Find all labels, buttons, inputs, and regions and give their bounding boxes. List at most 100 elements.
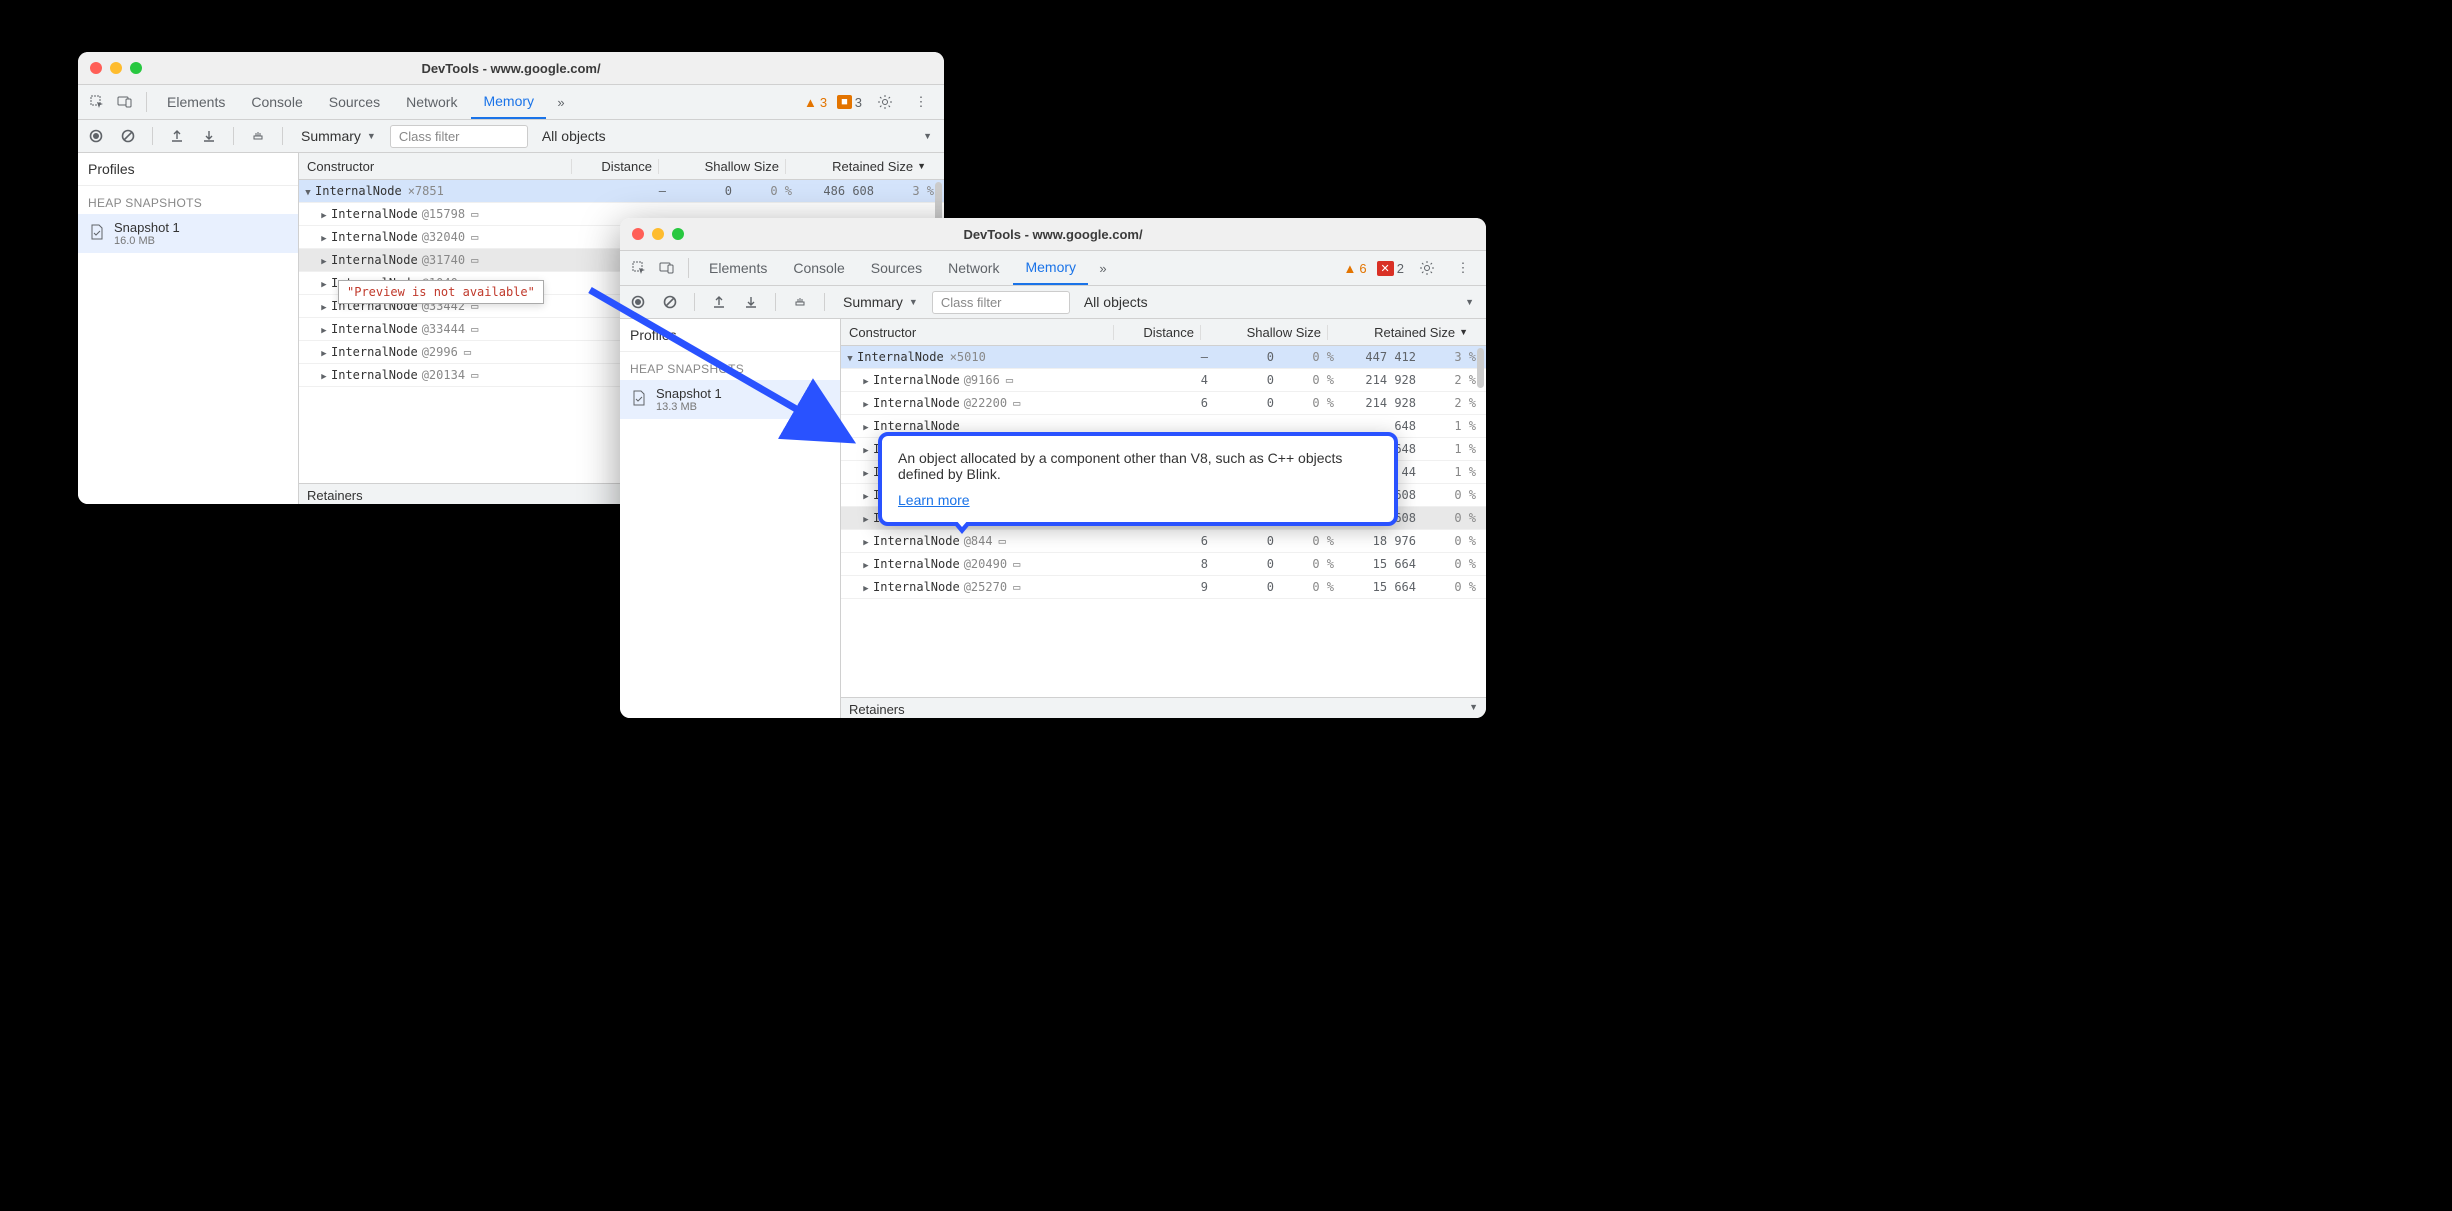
col-distance[interactable]: Distance xyxy=(1113,325,1200,340)
maximize-icon[interactable] xyxy=(672,228,684,240)
import-icon[interactable] xyxy=(197,124,221,148)
view-select[interactable]: Summary ▼ xyxy=(295,126,382,146)
minimize-icon[interactable] xyxy=(110,62,122,74)
inspect-icon[interactable] xyxy=(84,89,110,115)
view-select[interactable]: Summary ▼ xyxy=(837,292,924,312)
clear-icon[interactable] xyxy=(658,290,682,314)
expand-icon[interactable] xyxy=(319,368,329,382)
settings-icon[interactable] xyxy=(872,89,898,115)
retainers-dropdown-icon[interactable]: ▼ xyxy=(1469,702,1478,717)
scope-dropdown-icon[interactable]: ▼ xyxy=(1465,297,1480,307)
tab-network[interactable]: Network xyxy=(394,85,469,119)
errors-badge[interactable]: ■3 xyxy=(837,95,862,110)
scrollbar[interactable] xyxy=(935,182,942,222)
expand-icon[interactable] xyxy=(861,488,871,502)
expand-icon[interactable] xyxy=(861,580,871,594)
open-icon[interactable]: ▭ xyxy=(1013,557,1020,571)
expand-icon[interactable] xyxy=(861,511,871,525)
open-icon[interactable]: ▭ xyxy=(999,534,1006,548)
expand-icon[interactable] xyxy=(861,534,871,548)
open-icon[interactable]: ▭ xyxy=(464,345,471,359)
scope-dropdown-icon[interactable]: ▼ xyxy=(923,131,938,141)
expand-icon[interactable] xyxy=(861,442,871,456)
tab-elements[interactable]: Elements xyxy=(155,85,237,119)
tab-console[interactable]: Console xyxy=(781,251,856,285)
inspect-icon[interactable] xyxy=(626,255,652,281)
errors-badge[interactable]: ✕2 xyxy=(1377,261,1404,276)
minimize-icon[interactable] xyxy=(652,228,664,240)
col-retained[interactable]: Retained Size▼ xyxy=(785,159,944,174)
maximize-icon[interactable] xyxy=(130,62,142,74)
tab-elements[interactable]: Elements xyxy=(697,251,779,285)
expand-icon[interactable] xyxy=(319,299,329,313)
window-controls[interactable] xyxy=(620,228,684,240)
tab-sources[interactable]: Sources xyxy=(317,85,392,119)
expand-icon[interactable] xyxy=(845,350,855,364)
warnings-badge[interactable]: ▲ 6 xyxy=(1343,261,1366,276)
window-controls[interactable] xyxy=(78,62,142,74)
col-constructor[interactable]: Constructor xyxy=(841,325,1113,340)
table-row[interactable]: InternalNode@25270▭900 %15 6640 % xyxy=(841,576,1486,599)
close-icon[interactable] xyxy=(632,228,644,240)
table-row[interactable]: InternalNode@22200▭600 %214 9282 % xyxy=(841,392,1486,415)
col-shallow[interactable]: Shallow Size xyxy=(658,159,785,174)
class-filter-input[interactable]: Class filter xyxy=(932,291,1070,314)
expand-icon[interactable] xyxy=(319,207,329,221)
tab-memory[interactable]: Memory xyxy=(471,85,546,119)
tab-console[interactable]: Console xyxy=(239,85,314,119)
kebab-icon[interactable]: ⋮ xyxy=(1450,255,1476,281)
open-icon[interactable]: ▭ xyxy=(1013,396,1020,410)
expand-icon[interactable] xyxy=(319,345,329,359)
class-filter-input[interactable]: Class filter xyxy=(390,125,528,148)
expand-icon[interactable] xyxy=(861,557,871,571)
tab-network[interactable]: Network xyxy=(936,251,1011,285)
export-icon[interactable] xyxy=(707,290,731,314)
col-retained[interactable]: Retained Size▼ xyxy=(1327,325,1486,340)
open-icon[interactable]: ▭ xyxy=(471,368,478,382)
table-row[interactable]: InternalNode@844▭600 %18 9760 % xyxy=(841,530,1486,553)
col-shallow[interactable]: Shallow Size xyxy=(1200,325,1327,340)
expand-icon[interactable] xyxy=(319,322,329,336)
expand-icon[interactable] xyxy=(861,396,871,410)
more-tabs-icon[interactable]: » xyxy=(548,89,574,115)
scrollbar[interactable] xyxy=(1477,348,1484,388)
warnings-badge[interactable]: ▲ 3 xyxy=(804,95,827,110)
group-row[interactable]: InternalNode×5010 – 0 0 % 447 412 3 % xyxy=(841,346,1486,369)
table-row[interactable]: InternalNode@20490▭800 %15 6640 % xyxy=(841,553,1486,576)
gc-icon[interactable] xyxy=(788,290,812,314)
open-icon[interactable]: ▭ xyxy=(471,230,478,244)
record-icon[interactable] xyxy=(84,124,108,148)
open-icon[interactable]: ▭ xyxy=(471,253,478,267)
group-row[interactable]: InternalNode×7851 – 0 0 % 486 608 3 % xyxy=(299,180,944,203)
open-icon[interactable]: ▭ xyxy=(1006,373,1013,387)
settings-icon[interactable] xyxy=(1414,255,1440,281)
scope-select[interactable]: All objects xyxy=(542,128,606,144)
clear-icon[interactable] xyxy=(116,124,140,148)
record-icon[interactable] xyxy=(626,290,650,314)
device-mode-icon[interactable] xyxy=(112,89,138,115)
snapshot-item[interactable]: Snapshot 1 16.0 MB xyxy=(78,214,298,253)
expand-icon[interactable] xyxy=(319,276,329,290)
kebab-icon[interactable]: ⋮ xyxy=(908,89,934,115)
expand-icon[interactable] xyxy=(861,373,871,387)
retainers-panel[interactable]: Retainers▼ xyxy=(841,697,1486,718)
expand-icon[interactable] xyxy=(861,419,871,433)
open-icon[interactable]: ▭ xyxy=(471,207,478,221)
scope-select[interactable]: All objects xyxy=(1084,294,1148,310)
more-tabs-icon[interactable]: » xyxy=(1090,255,1116,281)
tab-memory[interactable]: Memory xyxy=(1013,251,1088,285)
device-mode-icon[interactable] xyxy=(654,255,680,281)
gc-icon[interactable] xyxy=(246,124,270,148)
col-distance[interactable]: Distance xyxy=(571,159,658,174)
import-icon[interactable] xyxy=(739,290,763,314)
expand-icon[interactable] xyxy=(303,184,313,198)
expand-icon[interactable] xyxy=(319,230,329,244)
table-row[interactable]: InternalNode@9166▭400 %214 9282 % xyxy=(841,369,1486,392)
col-constructor[interactable]: Constructor xyxy=(299,159,571,174)
expand-icon[interactable] xyxy=(861,465,871,479)
close-icon[interactable] xyxy=(90,62,102,74)
open-icon[interactable]: ▭ xyxy=(471,322,478,336)
export-icon[interactable] xyxy=(165,124,189,148)
tab-sources[interactable]: Sources xyxy=(859,251,934,285)
learn-more-link[interactable]: Learn more xyxy=(898,492,970,508)
